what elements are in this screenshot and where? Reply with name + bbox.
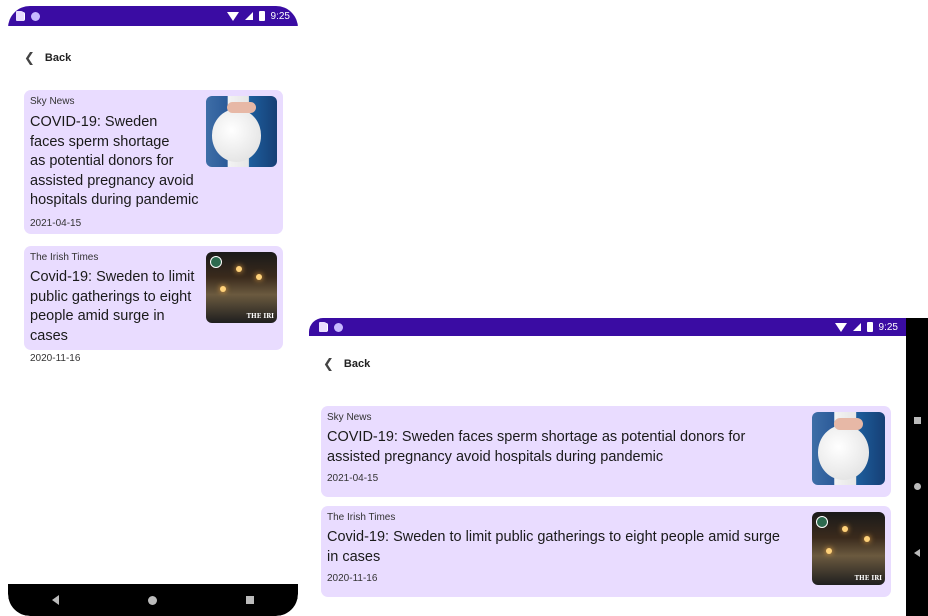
- navigation-bar: [8, 584, 298, 616]
- wifi-icon: [226, 11, 239, 21]
- street-scene-photo-icon: THE IRI: [206, 252, 277, 323]
- article-card-sky-news[interactable]: Sky News COVID-19: Sweden faces sperm sh…: [24, 90, 283, 234]
- title-line: COVID-19: Sweden faces sperm shortage as…: [327, 429, 746, 445]
- photo-light: [220, 286, 226, 292]
- signal-icon: [244, 12, 253, 20]
- status-time: 9:25: [878, 321, 898, 333]
- article-text: The Irish Times Covid-19: Sweden to limi…: [327, 512, 801, 591]
- title-line: in cases: [327, 548, 381, 565]
- chevron-left-icon: ❮: [323, 356, 334, 371]
- article-title: Covid-19: Sweden to limit public gatheri…: [30, 268, 206, 346]
- photo-light: [256, 274, 262, 280]
- status-left-icons: [319, 322, 343, 332]
- back-label: Back: [343, 358, 371, 370]
- photo-watermark: THE IRI: [854, 575, 882, 582]
- pregnancy-photo-icon: [206, 96, 277, 167]
- photo-logo-shape: [816, 516, 828, 528]
- status-bar: 9:25: [309, 318, 928, 336]
- article-text: Sky News COVID-19: Sweden faces sperm sh…: [30, 96, 202, 229]
- notification-circle-icon: [334, 322, 343, 332]
- article-source: The Irish Times: [327, 512, 396, 523]
- title-line: Covid-19: Sweden to limit public gatheri…: [327, 529, 780, 545]
- sd-card-icon: [16, 11, 24, 21]
- wifi-icon: [834, 322, 847, 332]
- chevron-left-icon: ❮: [24, 50, 35, 65]
- status-time: 9:25: [270, 10, 290, 22]
- article-title: COVID-19: Sweden faces sperm shortage as…: [30, 113, 202, 211]
- photo-hand-shape: [833, 417, 864, 430]
- photo-logo-shape: [210, 256, 222, 268]
- title-line: people amid surge in cases: [30, 308, 165, 344]
- article-title: Covid-19: Sweden to limit public gatheri…: [327, 528, 801, 567]
- status-right-icons: 9:25: [834, 321, 898, 333]
- battery-icon: [258, 11, 265, 21]
- title-line: as potential donors for: [30, 153, 174, 169]
- article-source: Sky News: [30, 96, 75, 107]
- article-source: The Irish Times: [30, 252, 99, 263]
- title-line: public gatherings to eight: [30, 288, 192, 305]
- title-line: assisted pregnancy avoid: [30, 172, 194, 189]
- article-date: 2020-11-16: [30, 353, 81, 364]
- article-card-irish-times[interactable]: The Irish Times Covid-19: Sweden to limi…: [321, 506, 891, 597]
- notification-circle-icon: [31, 11, 40, 21]
- photo-watermark: THE IRI: [246, 313, 274, 320]
- title-line: Covid-19: Sweden to limit: [30, 269, 195, 285]
- title-line: COVID-19: Sweden: [30, 114, 158, 130]
- status-left-icons: [16, 11, 40, 21]
- navigation-bar: [906, 318, 928, 616]
- photo-light: [864, 536, 870, 542]
- screenshot-canvas: 9:25 ❮ Back Sky News COVID-19: Sweden fa…: [0, 0, 928, 616]
- article-date: 2021-04-15: [30, 217, 82, 229]
- nav-recents-icon[interactable]: [245, 596, 254, 604]
- article-card-sky-news[interactable]: Sky News COVID-19: Sweden faces sperm sh…: [321, 406, 891, 497]
- nav-home-icon[interactable]: [147, 595, 157, 605]
- nav-home-icon[interactable]: [913, 483, 921, 490]
- title-line: hospitals during pandemic: [30, 192, 199, 208]
- title-line: faces sperm shortage: [30, 133, 170, 150]
- photo-light: [236, 266, 242, 272]
- nav-recents-icon[interactable]: [913, 417, 921, 424]
- article-title: COVID-19: Sweden faces sperm shortage as…: [327, 428, 801, 467]
- photo-light: [842, 526, 848, 532]
- photo-belly-shape: [817, 425, 869, 480]
- title-line: assisted pregnancy avoid hospitals durin…: [327, 448, 664, 465]
- back-label: Back: [44, 52, 72, 64]
- article-card-irish-times[interactable]: The Irish Times Covid-19: Sweden to limi…: [24, 246, 283, 364]
- article-date: 2020-11-16: [327, 573, 378, 584]
- article-text: Sky News COVID-19: Sweden faces sperm sh…: [327, 412, 801, 491]
- article-text: The Irish Times Covid-19: Sweden to limi…: [30, 252, 206, 364]
- phone-landscape: 9:25 ❮ Back Sky News COVID-19: Sweden fa…: [309, 318, 928, 616]
- pregnancy-photo-icon: [812, 412, 885, 485]
- nav-back-icon[interactable]: [914, 549, 920, 557]
- sd-card-icon: [319, 322, 327, 332]
- phone-portrait: 9:25 ❮ Back Sky News COVID-19: Sweden fa…: [8, 6, 298, 616]
- back-button[interactable]: ❮ Back: [309, 352, 928, 376]
- article-date: 2021-04-15: [327, 473, 379, 484]
- battery-icon: [866, 322, 873, 332]
- status-right-icons: 9:25: [226, 10, 290, 22]
- nav-back-icon[interactable]: [52, 595, 60, 605]
- article-source: Sky News: [327, 412, 372, 423]
- signal-icon: [852, 323, 861, 331]
- photo-belly-shape: [211, 108, 262, 163]
- status-bar: 9:25: [8, 6, 298, 26]
- back-button[interactable]: ❮ Back: [8, 46, 298, 70]
- street-scene-photo-icon: THE IRI: [812, 512, 885, 585]
- photo-hand-shape: [227, 101, 256, 114]
- photo-light: [826, 548, 832, 554]
